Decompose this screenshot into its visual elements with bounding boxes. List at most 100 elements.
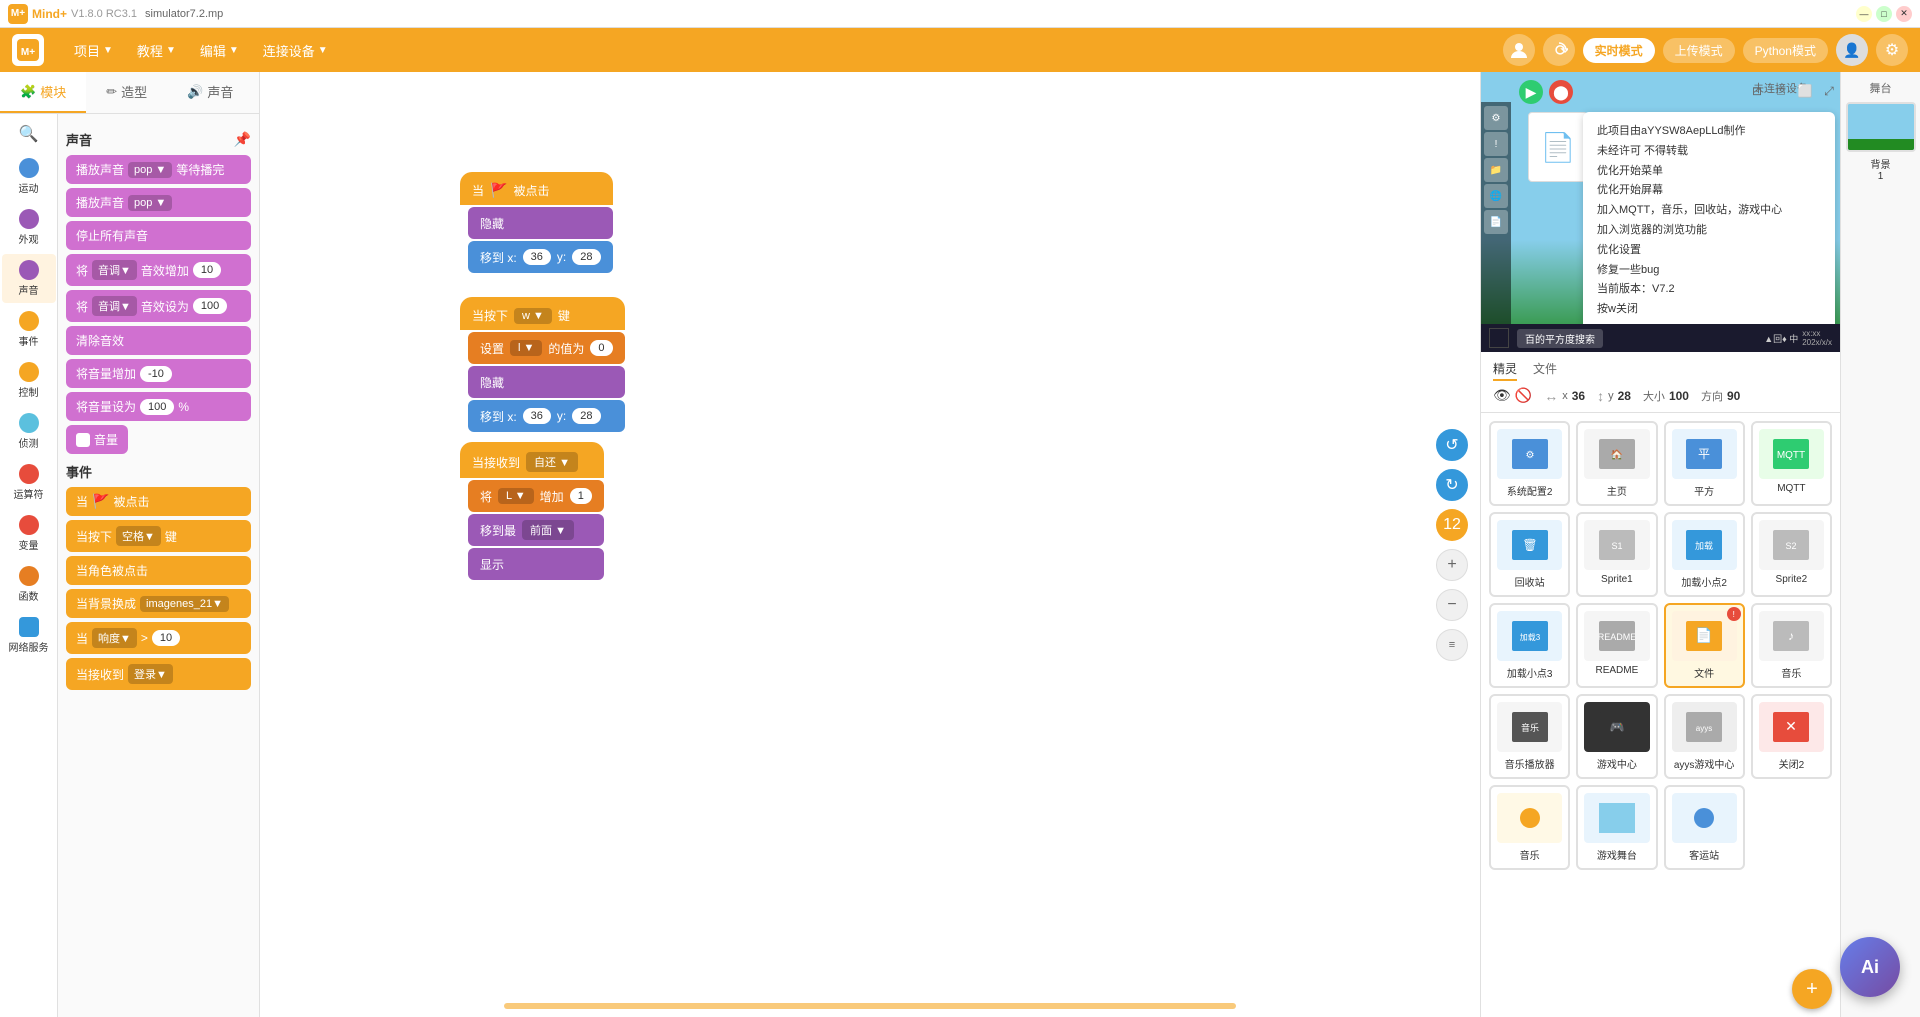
block-when-loudness[interactable]: 当 响度▼ > 10: [66, 622, 251, 654]
redo-button[interactable]: ↻: [1436, 469, 1468, 501]
stage-thumbnail[interactable]: [1846, 102, 1916, 152]
block-goto-xy-2[interactable]: 移到 x: 36 y: 28: [468, 400, 625, 432]
block-when-flag-hat[interactable]: 当 🚩 被点击: [460, 172, 613, 205]
python-mode-button[interactable]: Python模式: [1743, 38, 1828, 63]
block-clear-effects[interactable]: 清除音效: [66, 326, 251, 355]
tab-blocks[interactable]: 🧩 模块: [0, 72, 86, 113]
play-button[interactable]: ▶: [1519, 80, 1543, 104]
minimize-button[interactable]: —: [1856, 6, 1872, 22]
sprite-card-yellow-dot[interactable]: 音乐: [1489, 785, 1570, 870]
tab-sounds[interactable]: 🔊 声音: [167, 72, 253, 113]
pin-icon[interactable]: 📌: [234, 131, 251, 148]
volume-checkbox[interactable]: [76, 433, 90, 447]
small-view-icon[interactable]: ⊡: [1746, 80, 1768, 102]
user-icon-button[interactable]: [1503, 34, 1535, 66]
sprite-card-mqtt[interactable]: MQTT MQTT: [1751, 421, 1832, 506]
zoom-out-button[interactable]: −: [1436, 589, 1468, 621]
files-tab[interactable]: 文件: [1533, 360, 1557, 381]
category-variable[interactable]: 变量: [2, 509, 56, 558]
start-button[interactable]: [1489, 328, 1509, 348]
block-hide-2[interactable]: 隐藏: [468, 366, 625, 398]
block-change-volume[interactable]: 将音量增加 -10: [66, 359, 251, 388]
search-button[interactable]: 🔍: [17, 122, 41, 146]
block-set-l-0[interactable]: 设置 l ▼ 的值为 0: [468, 332, 625, 364]
prev-left-icon-2[interactable]: !: [1484, 132, 1508, 156]
block-hide-1[interactable]: 隐藏: [468, 207, 613, 239]
block-volume[interactable]: 音量: [66, 425, 128, 454]
sprite-card-readme[interactable]: README README: [1576, 603, 1657, 688]
block-set-volume[interactable]: 将音量设为 100 %: [66, 392, 251, 421]
sprite-card-xitong[interactable]: ⚙ 系统配置2: [1489, 421, 1570, 506]
sprite-card-ayys[interactable]: ayys ayys游戏中心: [1664, 694, 1745, 779]
taskbar-search[interactable]: 百的平方度搜索: [1517, 329, 1603, 348]
zoom-in-button[interactable]: +: [1436, 549, 1468, 581]
prev-left-icon-5[interactable]: 📄: [1484, 210, 1508, 234]
category-sound[interactable]: 声音: [2, 254, 56, 303]
undo-button[interactable]: ↺: [1436, 429, 1468, 461]
sprite-card-yinyue[interactable]: ♪ 音乐: [1751, 603, 1832, 688]
tab-costumes[interactable]: ✏ 造型: [86, 72, 167, 113]
sprite-card-sprite2[interactable]: S2 Sprite2: [1751, 512, 1832, 597]
block-play-sound[interactable]: 播放声音 pop ▼: [66, 188, 251, 217]
prev-left-icon-1[interactable]: ⚙: [1484, 106, 1508, 130]
menu-edit[interactable]: 编辑 ▼: [190, 37, 249, 64]
realtime-mode-button[interactable]: 实时模式: [1583, 38, 1655, 63]
block-go-to-front[interactable]: 移到最 前面 ▼: [468, 514, 604, 546]
sprite-card-pingfang[interactable]: 平 平方: [1664, 421, 1745, 506]
block-when-receive-hat[interactable]: 当接收到 自还 ▼: [460, 442, 604, 478]
block-stop-sounds[interactable]: 停止所有声音: [66, 221, 251, 250]
show-icon[interactable]: 👁: [1493, 387, 1511, 404]
category-network[interactable]: 网络服务: [2, 611, 56, 660]
ai-badge-button[interactable]: Ai: [1840, 937, 1900, 997]
category-event[interactable]: 事件: [2, 305, 56, 354]
large-view-icon[interactable]: ⬜: [1794, 80, 1816, 102]
menu-tutorial[interactable]: 教程 ▼: [127, 37, 186, 64]
sprite-card-sprite1[interactable]: S1 Sprite1: [1576, 512, 1657, 597]
block-when-w-key[interactable]: 当按下 w ▼ 键: [460, 297, 625, 330]
menu-connect[interactable]: 连接设备 ▼: [253, 37, 338, 64]
avatar-button[interactable]: 👤: [1836, 34, 1868, 66]
sprites-tab[interactable]: 精灵: [1493, 360, 1517, 381]
block-goto-xy-1[interactable]: 移到 x: 36 y: 28: [468, 241, 613, 273]
add-sprite-button[interactable]: +: [1792, 969, 1832, 1009]
block-show[interactable]: 显示: [468, 548, 604, 580]
category-operator[interactable]: 运算符: [2, 458, 56, 507]
block-change-effect[interactable]: 将 音调▼ 音效增加 10: [66, 254, 251, 286]
sprite-card-player[interactable]: 音乐 音乐播放器: [1489, 694, 1570, 779]
sync-icon-button[interactable]: [1543, 34, 1575, 66]
category-motion[interactable]: 运动: [2, 152, 56, 201]
block-set-effect[interactable]: 将 音调▼ 音效设为 100: [66, 290, 251, 322]
fit-view-button[interactable]: ≡: [1436, 629, 1468, 661]
maximize-button[interactable]: □: [1876, 6, 1892, 22]
category-appearance[interactable]: 外观: [2, 203, 56, 252]
canvas-area[interactable]: 当 🚩 被点击 隐藏 移到 x: 36 y: 28 当按下 w ▼ 键 设置 l…: [260, 72, 1480, 1017]
stop-button[interactable]: ⬤: [1549, 80, 1573, 104]
sprite-card-blue-dot[interactable]: 客运站: [1664, 785, 1745, 870]
canvas-scrollbar[interactable]: [504, 1003, 1236, 1009]
sprite-card-jiazai2[interactable]: 加载 加载小点2: [1664, 512, 1745, 597]
upload-mode-button[interactable]: 上传模式: [1663, 38, 1735, 63]
sprite-card-gamecenter[interactable]: 🎮 游戏中心: [1576, 694, 1657, 779]
sprite-card-close2[interactable]: ✕ 关闭2: [1751, 694, 1832, 779]
block-when-key[interactable]: 当按下 空格▼ 键: [66, 520, 251, 552]
menu-project[interactable]: 项目 ▼: [64, 37, 123, 64]
hide-icon[interactable]: 🚫: [1515, 387, 1532, 404]
category-control[interactable]: 控制: [2, 356, 56, 405]
block-play-sound-wait[interactable]: 播放声音 pop ▼ 等待播完: [66, 155, 251, 184]
category-function[interactable]: 函数: [2, 560, 56, 609]
normal-view-icon[interactable]: □: [1770, 80, 1792, 102]
prev-left-icon-3[interactable]: 📁: [1484, 158, 1508, 182]
close-button[interactable]: ✕: [1896, 6, 1912, 22]
sprite-card-jiazai3[interactable]: 加载3 加载小点3: [1489, 603, 1570, 688]
category-detect[interactable]: 侦测: [2, 407, 56, 456]
sprite-card-huishouzhan[interactable]: 🗑 回收站: [1489, 512, 1570, 597]
block-when-backdrop[interactable]: 当背景换成 imagenes_21▼: [66, 589, 251, 618]
sprite-card-wenjian[interactable]: ! 📄 文件: [1664, 603, 1745, 688]
block-increase-l[interactable]: 将 L ▼ 增加 1: [468, 480, 604, 512]
block-when-flag[interactable]: 当 🚩 被点击: [66, 487, 251, 516]
block-when-receive[interactable]: 当接收到 登录▼: [66, 658, 251, 690]
sprite-card-zhuye[interactable]: 🏠 主页: [1576, 421, 1657, 506]
prev-left-icon-4[interactable]: 🌐: [1484, 184, 1508, 208]
fullscreen-icon[interactable]: ⤢: [1818, 80, 1840, 102]
sprite-card-wutai[interactable]: 游戏舞台: [1576, 785, 1657, 870]
